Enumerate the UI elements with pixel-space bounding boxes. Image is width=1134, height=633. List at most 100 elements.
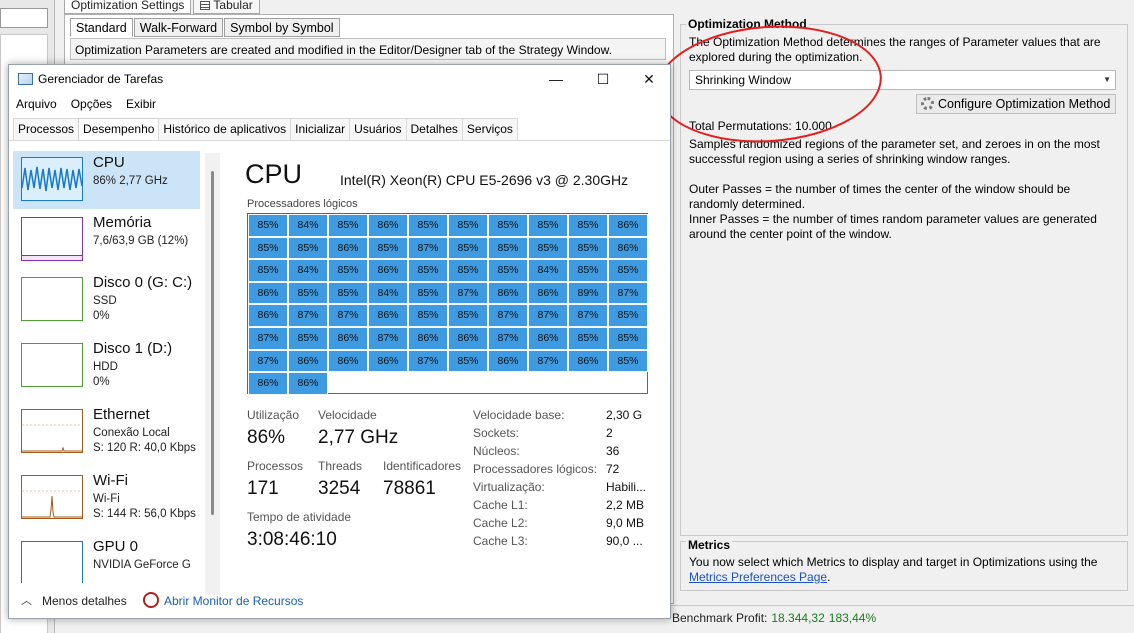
tab-detalhes[interactable]: Detalhes: [405, 118, 463, 140]
optimization-method-intro: The Optimization Method determines the r…: [689, 35, 1101, 64]
logical-processor-cell: 85%: [448, 259, 488, 282]
tab-inicializar[interactable]: Inicializar: [290, 118, 351, 140]
logical-processor-cell: 86%: [248, 304, 288, 327]
benchmark-label: Benchmark Profit:: [672, 611, 768, 625]
spec-label: Cache L2:: [473, 516, 528, 530]
gpu-thumbnail: [21, 541, 83, 583]
tab-walk-forward[interactable]: Walk-Forward: [133, 18, 224, 37]
device-list-scrollbar[interactable]: [205, 153, 220, 595]
menu-arquivo[interactable]: Arquivo: [16, 97, 57, 111]
fewer-details-button[interactable]: Menos detalhes: [42, 594, 127, 608]
logical-processor-cell: 86%: [568, 349, 608, 373]
tab-standard[interactable]: Standard: [70, 18, 133, 37]
menu-exibir[interactable]: Exibir: [126, 97, 156, 111]
device-cpu[interactable]: CPU 86% 2,77 GHz: [13, 151, 200, 209]
cpu-thumbnail: [21, 157, 83, 201]
device-name: Disco 0 (G: C:): [93, 274, 193, 291]
tab-historico[interactable]: Histórico de aplicativos: [158, 118, 292, 140]
tab-processos[interactable]: Processos: [13, 118, 80, 140]
logical-processor-cell: 85%: [408, 214, 448, 237]
total-permutations: Total Permutations: 10.000: [689, 119, 832, 133]
metrics-title: Metrics: [686, 538, 733, 552]
device-detail: Wi-Fi: [93, 493, 120, 505]
logical-processor-cell: 85%: [488, 236, 528, 260]
spec-value: 2,2 MB: [606, 498, 645, 512]
spec-value: 72: [606, 462, 620, 476]
spec-value: 36: [606, 444, 620, 458]
logical-processor-cell: 85%: [328, 281, 368, 305]
logical-processor-cell: 86%: [368, 349, 408, 373]
tab-usuarios[interactable]: Usuários: [349, 118, 407, 140]
device-detail: SSD: [93, 295, 117, 307]
device-detail: 7,6/63,9 GB (12%): [93, 235, 189, 247]
title-bar[interactable]: Gerenciador de Tarefas — ☐ ✕: [9, 65, 670, 93]
logical-processor-cell: 87%: [448, 281, 488, 305]
tab-desempenho[interactable]: Desempenho: [78, 118, 160, 140]
logical-processor-cell: 85%: [408, 281, 448, 305]
spec-label: Processadores lógicos:: [473, 462, 598, 476]
spec-value: 2,30 G: [606, 408, 643, 422]
method-description: Samples randomized regions of the parame…: [689, 137, 1100, 166]
device-name: GPU 0: [93, 538, 139, 555]
threads-label: Threads: [318, 459, 363, 473]
tab-tabular[interactable]: Tabular: [193, 0, 260, 14]
logical-processor-cell: 85%: [528, 236, 568, 260]
logical-processor-cell: 85%: [408, 259, 448, 282]
device-ethernet[interactable]: Ethernet Conexão Local S: 120 R: 40,0 Kb…: [13, 403, 200, 461]
logical-processor-cell: 87%: [248, 349, 288, 373]
dropdown-arrow-icon: ▼: [1103, 75, 1111, 84]
tab-tabular-label: Tabular: [213, 0, 253, 12]
tab-optimization-settings[interactable]: Optimization Settings: [64, 0, 192, 14]
minimize-button[interactable]: —: [533, 65, 579, 93]
task-manager-icon: [18, 73, 33, 85]
side-input[interactable]: [0, 8, 48, 28]
device-wifi[interactable]: Wi-Fi Wi-Fi S: 144 R: 56,0 Kbps: [13, 469, 200, 527]
tab-servicos[interactable]: Serviços: [461, 118, 518, 140]
logical-processor-cell: 87%: [488, 326, 528, 350]
identificadores-label: Identificadores: [383, 459, 462, 473]
wifi-thumbnail: [21, 475, 83, 519]
logical-processor-cell: 85%: [288, 326, 328, 350]
spec-value: 90,0 ...: [606, 534, 643, 548]
metrics-text-body: You now select which Metrics to display …: [689, 555, 1098, 569]
identificadores-value: 78861: [383, 478, 436, 499]
logical-processor-cell: 86%: [368, 259, 408, 282]
benchmark-profit: Benchmark Profit: 18.344,32 183,44%: [672, 611, 876, 625]
device-disco-0[interactable]: Disco 0 (G: C:) SSD 0%: [13, 271, 200, 329]
device-disco-1[interactable]: Disco 1 (D:) HDD 0%: [13, 337, 200, 395]
logical-processor-cell: 85%: [368, 236, 408, 260]
uptime-value: 3:08:46:10: [247, 529, 337, 550]
spec-value: 2: [606, 426, 613, 440]
logical-processor-cell: 85%: [448, 349, 488, 373]
logical-processor-cell: 85%: [328, 259, 368, 282]
spec-label: Cache L3:: [473, 534, 528, 548]
logical-processor-cell: 85%: [568, 214, 608, 237]
configure-optimization-method-button[interactable]: Configure Optimization Method: [916, 94, 1116, 114]
logical-processor-cell: 87%: [408, 236, 448, 260]
device-name: Memória: [93, 214, 152, 231]
menu-opcoes[interactable]: Opções: [71, 97, 112, 111]
device-gpu-0[interactable]: GPU 0 NVIDIA GeForce G: [13, 535, 200, 583]
maximize-button[interactable]: ☐: [580, 65, 626, 93]
logical-processor-cell: 85%: [608, 349, 648, 373]
disk-thumbnail: [21, 343, 83, 387]
metrics-preferences-link[interactable]: Metrics Preferences Page: [689, 570, 827, 584]
device-name: Disco 1 (D:): [93, 340, 173, 357]
tab-symbol-by-symbol[interactable]: Symbol by Symbol: [224, 18, 340, 37]
open-resource-monitor-link[interactable]: Abrir Monitor de Recursos: [164, 594, 303, 608]
logical-processor-cell: 84%: [368, 281, 408, 305]
logical-processor-cell: 85%: [568, 259, 608, 282]
logical-processor-cell: 86%: [528, 281, 568, 305]
chevron-up-icon[interactable]: ︿: [21, 592, 32, 608]
tab-divider: [9, 140, 670, 141]
resource-monitor-icon: [143, 592, 159, 608]
logical-processor-cell: 84%: [288, 259, 328, 282]
optimization-method-select[interactable]: Shrinking Window ▼: [689, 70, 1116, 90]
close-button[interactable]: ✕: [626, 65, 672, 93]
device-memoria[interactable]: Memória 7,6/63,9 GB (12%): [13, 211, 200, 269]
logical-processor-cell: 85%: [568, 236, 608, 260]
logical-processor-cell: 89%: [568, 281, 608, 305]
device-usage: 0%: [93, 310, 110, 322]
scrollbar-thumb[interactable]: [211, 171, 214, 515]
logical-processor-cell: 86%: [608, 236, 648, 260]
